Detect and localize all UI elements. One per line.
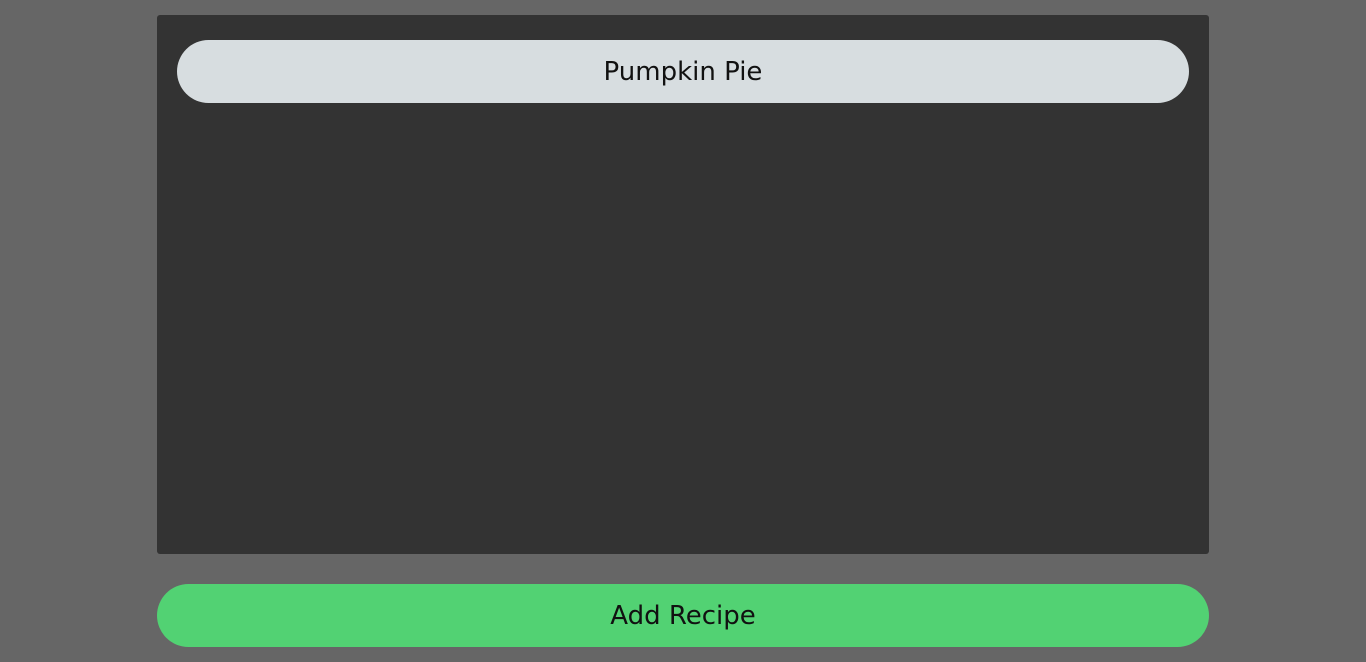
recipe-list-panel: Pumpkin Pie [157,15,1209,554]
recipe-item-pumpkin-pie[interactable]: Pumpkin Pie [177,40,1189,103]
add-recipe-button[interactable]: Add Recipe [157,584,1209,647]
recipe-list: Pumpkin Pie [177,40,1189,103]
recipe-box-app: Pumpkin Pie Add Recipe [0,0,1366,662]
